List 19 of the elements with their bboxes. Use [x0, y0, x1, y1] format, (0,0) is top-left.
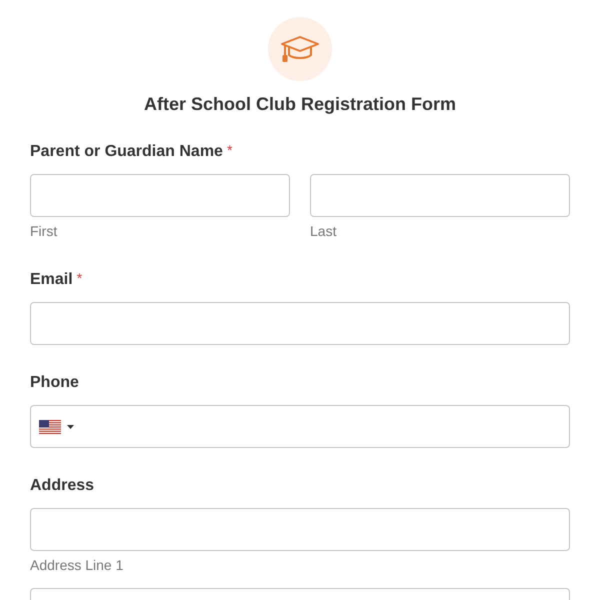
input-field[interactable] [30, 174, 290, 217]
field-label: Address [30, 476, 94, 496]
graduation-cap-icon [280, 34, 320, 64]
required-mark: * [226, 141, 232, 160]
caret-icon [67, 424, 74, 428]
flag-icon [39, 420, 61, 434]
input-field[interactable] [30, 405, 570, 448]
input-field[interactable] [310, 174, 570, 217]
input-field[interactable] [30, 302, 570, 345]
field-label: Email [30, 270, 73, 290]
required-mark: * [76, 269, 82, 288]
field-label: Parent or Guardian Name [30, 142, 223, 162]
form-title: After School Club Registration Form [144, 93, 456, 116]
field-hint: First [30, 222, 58, 241]
field-label: Phone [30, 373, 79, 393]
input-field[interactable] [30, 508, 570, 551]
field-hint: Last [310, 222, 338, 241]
country-selector[interactable] [39, 420, 74, 434]
field-hint: Address Line 1 [30, 556, 124, 575]
